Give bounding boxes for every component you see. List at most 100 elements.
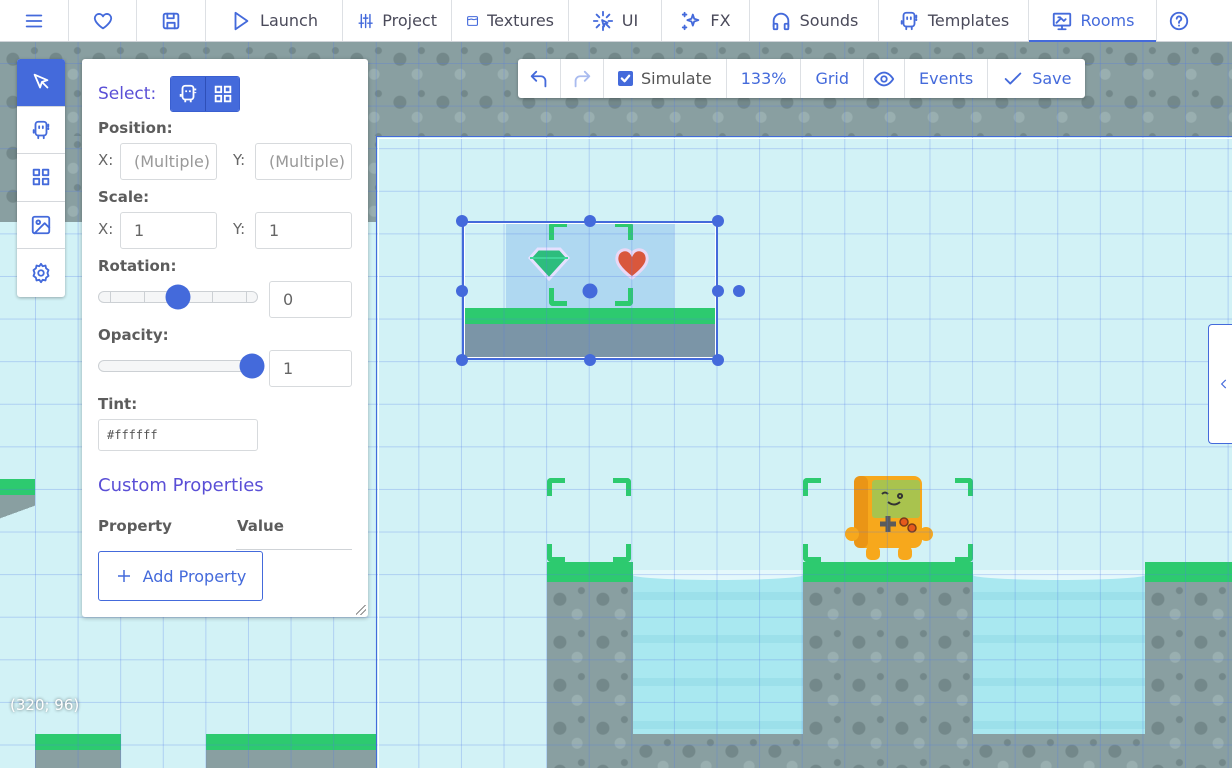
- zoom-button[interactable]: 133%: [727, 59, 802, 98]
- resize-handle[interactable]: [712, 354, 724, 366]
- save-room-label: Save: [1032, 69, 1072, 88]
- scale-y-input[interactable]: 1: [255, 212, 352, 249]
- grass-column: [1145, 562, 1232, 582]
- expand-side-panel-button[interactable]: [1208, 324, 1232, 444]
- tool-copies[interactable]: [17, 107, 65, 154]
- scale-x-label: X:: [98, 220, 114, 238]
- panel-resize-grip[interactable]: [356, 605, 366, 615]
- tool-properties[interactable]: [17, 249, 65, 297]
- help-button[interactable]: [1157, 0, 1200, 41]
- sliders-icon: [358, 13, 373, 28]
- template-robot-icon: [179, 84, 197, 103]
- grid-button[interactable]: Grid: [801, 59, 865, 98]
- rotation-slider-thumb[interactable]: [165, 284, 191, 310]
- nav-rooms[interactable]: Rooms: [1029, 0, 1157, 42]
- simulate-checkbox[interactable]: [618, 71, 633, 86]
- checkmark-icon: [1004, 72, 1022, 84]
- gear-icon: [32, 262, 50, 283]
- save-project-button[interactable]: [137, 0, 206, 41]
- stone-column: [803, 582, 973, 768]
- rotation-input[interactable]: 0: [269, 281, 352, 318]
- undo-button[interactable]: [518, 59, 561, 98]
- rotate-handle[interactable]: [733, 285, 745, 297]
- water-surface: [973, 570, 1145, 580]
- rotation-label: Rotation:: [98, 257, 177, 275]
- nav-textures-label: Textures: [487, 11, 554, 30]
- move-handle[interactable]: [582, 283, 598, 299]
- plus-icon: [117, 570, 130, 582]
- tool-backgrounds[interactable]: [17, 202, 65, 249]
- resize-handle[interactable]: [456, 215, 468, 227]
- nav-templates[interactable]: Templates: [879, 0, 1029, 41]
- opacity-slider-thumb[interactable]: [239, 353, 265, 379]
- resize-handle[interactable]: [584, 354, 596, 366]
- nav-project[interactable]: Project: [343, 0, 452, 41]
- scale-x-input[interactable]: 1: [120, 212, 217, 249]
- undo-icon: [530, 70, 547, 87]
- resize-handle[interactable]: [712, 215, 724, 227]
- copy-marker[interactable]: [803, 478, 973, 562]
- check-icon: [620, 74, 631, 83]
- table-divider: [236, 549, 352, 550]
- position-x-label: X:: [98, 151, 114, 169]
- add-property-button[interactable]: Add Property: [98, 551, 263, 601]
- nav-textures[interactable]: Textures: [452, 0, 569, 41]
- resize-handle[interactable]: [456, 354, 468, 366]
- stone-platform: [206, 750, 376, 768]
- copy-marker[interactable]: [547, 478, 631, 562]
- properties-panel: Select: Position: X: (Multiple) Y: (Mult…: [82, 59, 368, 617]
- cursor-coordinates: (320; 96): [10, 696, 80, 714]
- resize-handle[interactable]: [712, 285, 724, 297]
- nav-fx[interactable]: FX: [662, 0, 750, 41]
- nav-ui[interactable]: UI: [569, 0, 662, 41]
- zoom-level: 133%: [740, 69, 787, 88]
- resize-handle[interactable]: [456, 285, 468, 297]
- tint-label: Tint:: [98, 395, 138, 413]
- simulate-toggle[interactable]: Simulate: [604, 59, 727, 98]
- visibility-button[interactable]: [864, 59, 906, 98]
- events-label: Events: [919, 69, 974, 88]
- image-icon: [31, 215, 51, 234]
- events-button[interactable]: Events: [905, 59, 989, 98]
- scale-label: Scale:: [98, 188, 150, 206]
- resize-handle[interactable]: [584, 215, 596, 227]
- tool-select[interactable]: [17, 59, 65, 107]
- room-tool-rail: [17, 59, 65, 297]
- opacity-slider[interactable]: [98, 360, 258, 372]
- add-property-label: Add Property: [142, 566, 247, 586]
- select-label: Select:: [98, 84, 157, 104]
- favorite-button[interactable]: [69, 0, 137, 41]
- floppy-disk-icon: [162, 12, 180, 29]
- redo-button[interactable]: [561, 59, 604, 98]
- select-copies-button[interactable]: [171, 77, 206, 111]
- opacity-label: Opacity:: [98, 326, 169, 344]
- stone-column: [1145, 582, 1232, 768]
- select-tiles-button[interactable]: [205, 77, 240, 111]
- redo-icon: [574, 70, 591, 87]
- nav-launch[interactable]: Launch: [206, 0, 343, 41]
- nav-project-label: Project: [382, 11, 437, 30]
- top-navigation: Launch Project Textures UI FX Sounds Tem…: [0, 0, 1232, 42]
- grid-label: Grid: [815, 69, 850, 88]
- position-x-input[interactable]: (Multiple): [120, 143, 217, 180]
- stone-floor: [633, 734, 803, 768]
- main-menu-button[interactable]: [0, 0, 69, 41]
- scale-y-label: Y:: [233, 220, 246, 238]
- grass-platform: [206, 734, 376, 750]
- stone-ledge-left: [0, 495, 35, 529]
- position-y-label: Y:: [233, 151, 246, 169]
- tool-tiles[interactable]: [17, 154, 65, 202]
- opacity-input[interactable]: 1: [269, 350, 352, 387]
- template-robot-icon: [900, 11, 918, 30]
- heart-icon: [93, 12, 112, 29]
- nav-sounds[interactable]: Sounds: [750, 0, 879, 41]
- tint-input[interactable]: #ffffff: [98, 419, 258, 451]
- play-icon: [234, 11, 249, 30]
- save-room-button[interactable]: Save: [988, 59, 1085, 98]
- property-column-header: Property: [98, 517, 172, 535]
- water-surface: [633, 570, 803, 580]
- nav-fx-label: FX: [710, 11, 731, 30]
- position-y-input[interactable]: (Multiple): [255, 143, 352, 180]
- grass-column: [803, 562, 973, 582]
- room-toolbar: Simulate 133% Grid Events Save: [518, 59, 1086, 98]
